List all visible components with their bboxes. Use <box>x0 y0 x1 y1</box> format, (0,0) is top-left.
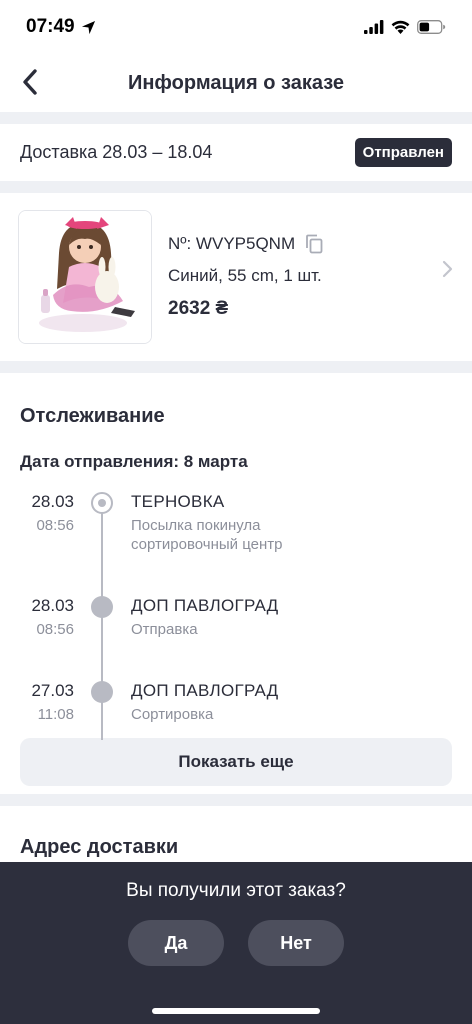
confirm-buttons: Да Нет <box>0 920 472 966</box>
no-button[interactable]: Нет <box>248 920 344 966</box>
timeline-body: ДОП ПАВЛОГРАД Отправка <box>131 595 331 680</box>
home-indicator[interactable] <box>152 1008 320 1014</box>
doll-image-icon <box>19 211 151 343</box>
timeline-datetime: 28.03 08:56 <box>20 491 74 595</box>
timeline-place: ДОП ПАВЛОГРАД <box>131 681 279 700</box>
show-more-button[interactable]: Показать еще <box>20 738 452 786</box>
ship-date: Дата отправления: 8 марта <box>20 452 248 471</box>
battery-icon <box>417 20 446 34</box>
status-badge: Отправлен <box>354 138 452 167</box>
tracking-title: Отслеживание <box>20 405 165 427</box>
page-title: Информация о заказе <box>127 71 345 94</box>
timeline-date: 27.03 <box>31 681 74 700</box>
timeline-desc: Посылка покинула сортировочный центр <box>131 517 283 553</box>
status-time: 07:49 <box>26 16 96 38</box>
chevron-right-icon[interactable] <box>442 259 454 279</box>
back-button[interactable] <box>10 62 50 102</box>
timeline-datetime: 27.03 11:08 <box>20 680 74 738</box>
copy-icon[interactable] <box>305 234 323 254</box>
confirm-received-panel: Вы получили этот заказ? Да Нет <box>0 862 472 1024</box>
product-image[interactable] <box>18 210 152 344</box>
clock-label: 07:49 <box>26 16 75 37</box>
product-variant: Синий, 55 cm, 1 шт. <box>168 266 322 285</box>
signal-icon <box>364 20 384 34</box>
timeline-item: 28.03 08:56 ДОП ПАВЛОГРАД Отправка <box>20 595 452 680</box>
timeline-time: 11:08 <box>37 706 74 723</box>
confirm-question: Вы получили этот заказ? <box>126 880 346 901</box>
chevron-left-icon <box>23 69 37 95</box>
timeline-item: 28.03 08:56 ТЕРНОВКА Посылка покинула со… <box>20 491 452 595</box>
timeline-desc: Отправка <box>131 621 198 638</box>
section-divider <box>0 361 472 373</box>
address-title: Адрес доставки <box>20 836 179 858</box>
timeline-item: 27.03 11:08 ДОП ПАВЛОГРАД Сортировка <box>20 680 452 738</box>
timeline-date: 28.03 <box>31 492 74 511</box>
order-number: Nº: WVYP5QNM <box>168 234 296 253</box>
delivery-dates: Доставка 28.03 – 18.04 <box>20 142 213 162</box>
product-price: 2632 ₴ <box>168 298 229 319</box>
product-card[interactable]: Nº: WVYP5QNM Синий, 55 cm, 1 шт. 2632 ₴ <box>0 193 472 361</box>
tracking-section: Отслеживание Дата отправления: 8 марта 2… <box>0 373 472 740</box>
product-info: Nº: WVYP5QNM Синий, 55 cm, 1 шт. 2632 ₴ <box>168 234 323 320</box>
wifi-icon <box>391 20 410 34</box>
section-divider <box>0 794 472 806</box>
location-arrow-icon <box>81 20 95 34</box>
status-icons <box>364 20 446 34</box>
timeline-place: ДОП ПАВЛОГРАД <box>131 596 279 615</box>
timeline-datetime: 28.03 08:56 <box>20 595 74 680</box>
timeline-date: 28.03 <box>31 596 74 615</box>
timeline-time: 08:56 <box>36 517 74 534</box>
status-bar: 07:49 <box>0 0 472 54</box>
timeline-dot-icon <box>91 681 113 703</box>
timeline-time: 08:56 <box>36 621 74 638</box>
timeline-desc: Сортировка <box>131 706 214 723</box>
section-divider <box>0 112 472 124</box>
delivery-row: Доставка 28.03 – 18.04 Отправлен <box>0 124 472 181</box>
timeline-dot-current-icon <box>91 492 113 514</box>
nav-bar: Информация о заказе <box>0 54 472 112</box>
section-divider <box>0 181 472 193</box>
timeline-dot-icon <box>91 596 113 618</box>
yes-button[interactable]: Да <box>128 920 224 966</box>
order-number-row: Nº: WVYP5QNM <box>168 234 323 254</box>
tracking-timeline: 28.03 08:56 ТЕРНОВКА Посылка покинула со… <box>20 491 452 740</box>
timeline-body: ТЕРНОВКА Посылка покинула сортировочный … <box>131 491 331 595</box>
timeline-place: ТЕРНОВКА <box>131 492 225 511</box>
timeline-body: ДОП ПАВЛОГРАД Сортировка <box>131 680 331 738</box>
